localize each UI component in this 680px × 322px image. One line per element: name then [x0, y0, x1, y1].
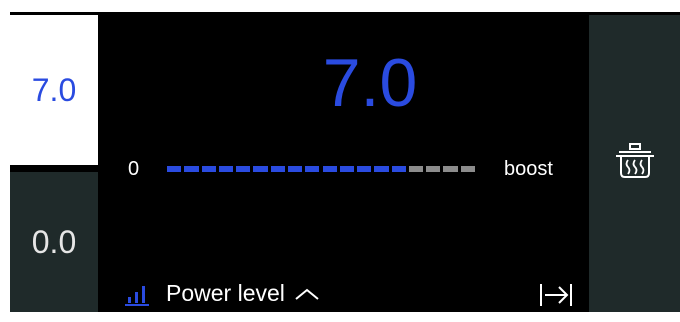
- pot-heat-icon[interactable]: [615, 142, 655, 180]
- power-segment-filled: [339, 166, 355, 172]
- power-segment-filled: [287, 166, 303, 172]
- zone-selector-inactive[interactable]: 0.0: [10, 172, 98, 312]
- power-segment-empty: [460, 166, 475, 172]
- zone-active-value: 7.0: [31, 71, 77, 108]
- power-segment-filled: [218, 166, 234, 172]
- power-segment-filled: [201, 166, 216, 172]
- power-segment-filled: [374, 166, 389, 172]
- power-segment-filled: [391, 166, 406, 172]
- power-level-value: 7.0: [322, 45, 418, 121]
- power-segment-filled: [167, 166, 182, 172]
- power-segment-filled: [253, 166, 268, 172]
- signal-bars-icon: [125, 285, 149, 306]
- power-level-menu[interactable]: Power level: [124, 280, 319, 307]
- chevron-up-icon: [295, 288, 319, 300]
- power-segment-filled: [357, 166, 372, 172]
- arrow-to-bar-icon[interactable]: [539, 282, 573, 308]
- power-level-bar[interactable]: [167, 166, 475, 172]
- scale-max-label: boost: [504, 158, 553, 180]
- power-segment-filled: [184, 166, 199, 172]
- power-segment-filled: [322, 166, 337, 172]
- power-segment-filled: [305, 166, 320, 172]
- power-level-label: Power level: [166, 280, 285, 306]
- scale-min-label: 0: [128, 158, 140, 180]
- power-segment-empty: [408, 166, 424, 172]
- power-segment-filled: [236, 166, 251, 172]
- power-segment-empty: [426, 166, 441, 172]
- power-segment-filled: [270, 166, 285, 172]
- power-segment-empty: [443, 166, 458, 172]
- zone-inactive-value: 0.0: [31, 223, 77, 260]
- zone-selector-active[interactable]: 7.0: [10, 15, 98, 165]
